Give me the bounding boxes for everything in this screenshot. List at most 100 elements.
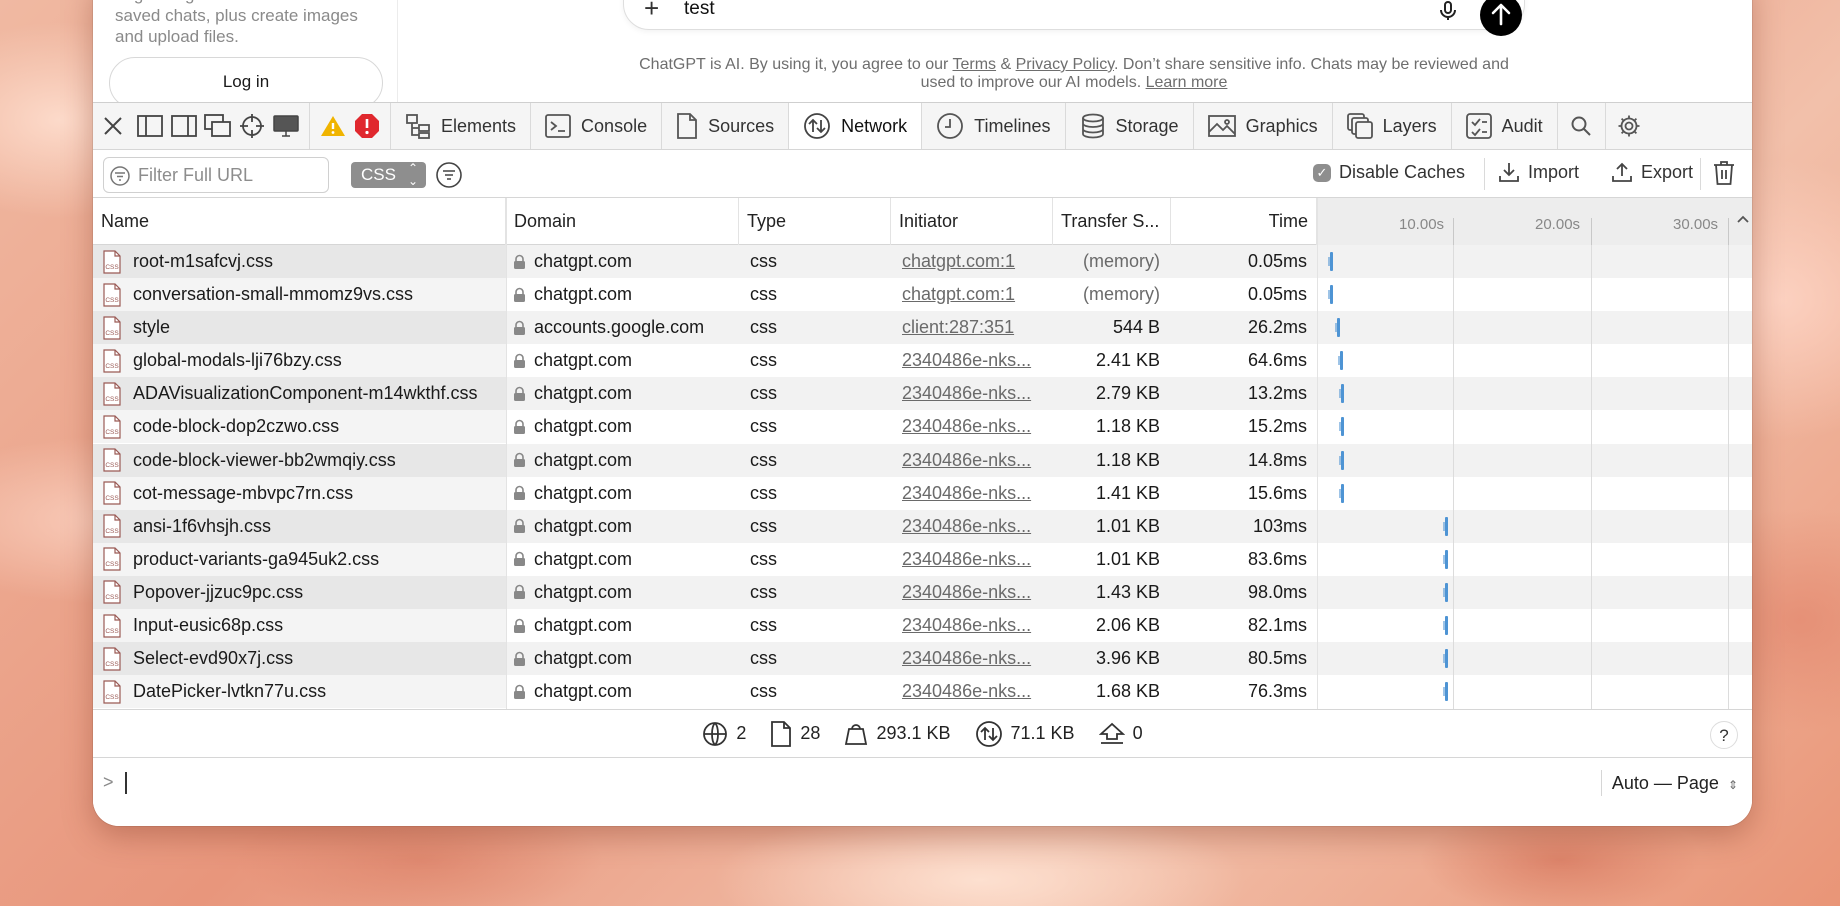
initiator-link[interactable]: 2340486e-nks... [902, 477, 1042, 510]
initiator-link[interactable]: 2340486e-nks... [902, 675, 1042, 708]
composer-input[interactable]: test [684, 0, 715, 20]
tab-elements[interactable]: Elements [391, 103, 532, 149]
name-cell[interactable]: CSS Popover-jjzuc9pc.css [103, 576, 503, 609]
name-cell[interactable]: CSS ADAVisualizationComponent-m14wkthf.cs… [103, 377, 503, 410]
execution-context-select[interactable]: Auto — Page ⇕ [1600, 770, 1738, 796]
table-row[interactable]: CSS conversation-small-mmomz9vs.css chatgp… [93, 278, 1752, 312]
quick-console[interactable]: > Auto — Page ⇕ [93, 757, 1752, 807]
initiator-link[interactable]: 2340486e-nks... [902, 444, 1042, 477]
message-composer[interactable]: + test [623, 0, 1525, 36]
resource-type-select[interactable]: CSS ⌃ ⌄ [351, 162, 426, 188]
tab-audit[interactable]: Audit [1452, 103, 1558, 149]
console-input-caret[interactable] [125, 772, 127, 794]
help-button[interactable]: ? [1710, 721, 1738, 749]
transfer-icon [975, 720, 1002, 747]
tab-graphics[interactable]: Graphics [1194, 103, 1333, 149]
initiator-link[interactable]: 2340486e-nks... [902, 543, 1042, 576]
name-cell[interactable]: CSS code-block-viewer-bb2wmqiy.css [103, 444, 503, 477]
export-button[interactable]: Export [1611, 161, 1693, 183]
tab-layers[interactable]: Layers [1333, 103, 1452, 149]
initiator-link[interactable]: 2340486e-nks... [902, 410, 1042, 443]
initiator-link[interactable]: 2340486e-nks... [902, 609, 1042, 642]
tab-network[interactable]: Network [789, 103, 923, 149]
table-row[interactable]: CSS ADAVisualizationComponent-m14wkthf.cs… [93, 377, 1752, 411]
table-row[interactable]: CSS root-m1safcvj.css chatgpt.com css chatgp… [93, 245, 1752, 279]
name-cell[interactable]: CSS conversation-small-mmomz9vs.css [103, 278, 503, 311]
filter-options-icon[interactable] [436, 162, 462, 188]
column-name[interactable]: Name [93, 198, 506, 245]
column-domain[interactable]: Domain [506, 198, 739, 245]
graphics-icon [1207, 114, 1236, 138]
initiator-link[interactable]: chatgpt.com:1 [902, 278, 1042, 311]
name-cell[interactable]: CSS ansi-1f6vhsjh.css [103, 510, 503, 543]
table-row[interactable]: CSS code-block-dop2czwo.css chatgpt.com css… [93, 410, 1752, 444]
close-icon[interactable] [93, 103, 133, 149]
column-type[interactable]: Type [739, 198, 891, 245]
import-button[interactable]: Import [1498, 161, 1579, 183]
initiator-link[interactable]: 2340486e-nks... [902, 377, 1042, 410]
device-settings-icon[interactable] [269, 103, 303, 149]
table-row[interactable]: CSS global-modals-lji76bzy.css chatgpt.com… [93, 344, 1752, 378]
tab-timelines[interactable]: Timelines [922, 103, 1066, 149]
tab-storage[interactable]: Storage [1066, 103, 1194, 149]
svg-text:CSS: CSS [105, 297, 119, 304]
initiator-link[interactable]: 2340486e-nks... [902, 576, 1042, 609]
table-row[interactable]: CSS code-block-viewer-bb2wmqiy.css chatgpt… [93, 443, 1752, 477]
name-cell[interactable]: CSS style [103, 311, 503, 344]
column-transfer-size[interactable]: Transfer S... [1053, 198, 1171, 245]
clear-trash-icon[interactable] [1713, 160, 1735, 186]
disable-caches-toggle[interactable]: ✓ Disable Caches [1313, 162, 1465, 183]
chevron-up-icon[interactable] [1736, 214, 1750, 224]
column-initiator[interactable]: Initiator [891, 198, 1053, 245]
terms-link[interactable]: Terms [952, 56, 996, 73]
column-time[interactable]: Time [1171, 198, 1317, 245]
tab-sources[interactable]: Sources [662, 103, 790, 149]
name-cell[interactable]: CSS root-m1safcvj.css [103, 245, 503, 278]
search-icon[interactable] [1558, 103, 1606, 149]
table-row[interactable]: CSS DatePicker-lvtkn77u.css chatgpt.com css… [93, 675, 1752, 709]
name-cell[interactable]: CSS global-modals-lji76bzy.css [103, 344, 503, 377]
dock-right-icon[interactable] [167, 103, 201, 149]
warning-icon[interactable] [316, 103, 350, 149]
initiator-link[interactable]: 2340486e-nks... [902, 510, 1042, 543]
name-cell[interactable]: CSS code-block-dop2czwo.css [103, 410, 503, 443]
table-row[interactable]: CSS Select-evd90x7j.css chatgpt.com css 2340… [93, 642, 1752, 676]
name-cell[interactable]: CSS DatePicker-lvtkn77u.css [103, 675, 503, 708]
initiator-link[interactable]: 2340486e-nks... [902, 642, 1042, 675]
table-row[interactable]: CSS ansi-1f6vhsjh.css chatgpt.com css 234048… [93, 509, 1752, 543]
dock-left-icon[interactable] [133, 103, 167, 149]
element-picker-icon[interactable] [235, 103, 269, 149]
css-file-icon: CSS [103, 580, 121, 605]
initiator-link[interactable]: 2340486e-nks... [902, 344, 1042, 377]
resource-name: root-m1safcvj.css [133, 251, 274, 271]
transferred-value: 71.1 KB [1010, 723, 1075, 743]
initiator-link[interactable]: client:287:351 [902, 311, 1042, 344]
name-cell[interactable]: CSS Select-evd90x7j.css [103, 642, 503, 675]
error-icon[interactable] [350, 103, 384, 149]
learn-more-link[interactable]: Learn more [1146, 74, 1228, 91]
gear-icon[interactable] [1606, 103, 1652, 149]
table-row[interactable]: CSS Input-eusic68p.css chatgpt.com css 23404… [93, 609, 1752, 643]
table-row[interactable]: CSS Popover-jjzuc9pc.css chatgpt.com css 234… [93, 575, 1752, 610]
table-row[interactable]: CSS cot-message-mbvpc7rn.css chatgpt.com cs… [93, 476, 1752, 510]
plus-icon[interactable]: + [644, 0, 659, 21]
microphone-icon[interactable] [1436, 0, 1460, 23]
initiator-link[interactable]: chatgpt.com:1 [902, 245, 1042, 278]
name-cell[interactable]: CSS Input-eusic68p.css [103, 609, 503, 642]
filter-url-input[interactable] [138, 162, 324, 188]
disable-caches-checkbox[interactable]: ✓ [1313, 163, 1331, 182]
waterfall-cell [1317, 377, 1752, 410]
privacy-policy-link[interactable]: Privacy Policy [1016, 56, 1114, 73]
name-cell[interactable]: CSS cot-message-mbvpc7rn.css [103, 477, 503, 510]
waterfall-bar-wait [1339, 422, 1343, 432]
lock-icon [514, 518, 525, 534]
table-row[interactable]: CSS product-variants-ga945uk2.css chatgpt.… [93, 542, 1752, 576]
column-divider [506, 198, 507, 709]
filter-url-field[interactable] [103, 157, 329, 193]
waterfall-header[interactable]: 10.00s 20.00s 30.00s [1317, 198, 1752, 245]
send-button[interactable] [1480, 0, 1522, 36]
tab-console[interactable]: Console [531, 103, 663, 149]
undock-icon[interactable] [201, 103, 235, 149]
table-row[interactable]: CSS style accounts.google.com css client:287… [93, 311, 1752, 345]
name-cell[interactable]: CSS product-variants-ga945uk2.css [103, 543, 503, 576]
